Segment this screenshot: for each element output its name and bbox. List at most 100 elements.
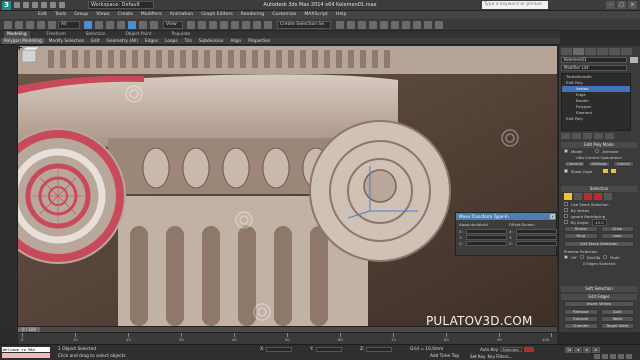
- reference-coord-dropdown[interactable]: View: [163, 21, 183, 29]
- manipulate-icon[interactable]: [198, 21, 206, 29]
- pivot-center-icon[interactable]: [187, 21, 195, 29]
- loop-button[interactable]: Loop: [600, 233, 634, 239]
- get-stack-selection-button[interactable]: Get Stack Selection: [564, 241, 634, 247]
- curve-editor-icon[interactable]: [380, 21, 388, 29]
- insert-vertex-button[interactable]: Insert Vertex: [564, 301, 634, 307]
- menu-animation[interactable]: Animation: [170, 11, 193, 19]
- app-logo-icon[interactable]: 3: [2, 1, 11, 10]
- save-file-icon[interactable]: [32, 2, 38, 8]
- hierarchy-tab-icon[interactable]: [585, 48, 596, 55]
- menu-create[interactable]: Create: [118, 11, 133, 19]
- display-tab-icon[interactable]: [609, 48, 620, 55]
- ribbon-align[interactable]: Align: [228, 38, 243, 44]
- grow-button[interactable]: Grow: [600, 226, 634, 232]
- animate-radio[interactable]: [595, 149, 600, 153]
- track-bar[interactable]: 0 10 20 30 40 50 60 70 80 90 100: [18, 332, 557, 344]
- split-button[interactable]: Split: [600, 309, 634, 315]
- weld-button[interactable]: Weld: [600, 316, 634, 322]
- create-tab-icon[interactable]: [561, 48, 572, 55]
- link-icon[interactable]: [26, 21, 34, 29]
- viewcube-icon[interactable]: [18, 46, 40, 64]
- add-time-tag[interactable]: Add Time Tag: [430, 354, 459, 359]
- stack-item-edit-poly-2[interactable]: Edit Poly: [562, 116, 630, 122]
- use-stack-checkbox[interactable]: [564, 202, 568, 206]
- select-and-move-icon[interactable]: [128, 21, 136, 29]
- selection-filter-dropdown[interactable]: All: [58, 21, 80, 29]
- close-button[interactable]: ×: [628, 1, 637, 9]
- orbit-icon[interactable]: [618, 354, 624, 359]
- angle-snap-icon[interactable]: [231, 21, 239, 29]
- by-angle-field[interactable]: 45.0: [592, 218, 607, 226]
- shrink-button[interactable]: Shrink: [564, 226, 598, 232]
- search-input[interactable]: Type a keyword or phrase: [482, 1, 548, 9]
- redo-icon[interactable]: [50, 2, 56, 8]
- preview-subobj-radio[interactable]: [579, 255, 584, 259]
- model-radio[interactable]: [564, 149, 568, 153]
- go-to-start-icon[interactable]: |◂: [565, 347, 573, 353]
- motion-tab-icon[interactable]: [597, 48, 608, 55]
- select-and-scale-icon[interactable]: [150, 21, 158, 29]
- commit-button[interactable]: Commit: [564, 161, 586, 167]
- tab-freeform[interactable]: Freeform: [44, 31, 69, 38]
- zoom-icon[interactable]: [594, 354, 600, 359]
- key-mode-dropdown[interactable]: Selected: [500, 347, 523, 352]
- prev-frame-icon[interactable]: ◂: [574, 347, 582, 353]
- new-file-icon[interactable]: [14, 2, 20, 8]
- select-and-rotate-icon[interactable]: [139, 21, 147, 29]
- perspective-viewport[interactable]: PULATOV3D.COM: [18, 46, 557, 326]
- ribbon-properties[interactable]: Properties: [246, 38, 272, 44]
- auto-key-button[interactable]: Auto Key: [480, 347, 498, 352]
- pin-stack-icon[interactable]: [561, 133, 570, 139]
- extrude-button[interactable]: Extrude: [564, 316, 598, 322]
- window-crossing-icon[interactable]: [117, 21, 125, 29]
- mirror-icon[interactable]: [336, 21, 344, 29]
- next-frame-icon[interactable]: ▸: [592, 347, 600, 353]
- render-production-icon[interactable]: [435, 21, 443, 29]
- pan-icon[interactable]: [610, 354, 616, 359]
- menu-group[interactable]: Group: [74, 11, 88, 19]
- menu-modifiers[interactable]: Modifiers: [141, 11, 162, 19]
- ribbon-loops[interactable]: Loops: [163, 38, 180, 44]
- by-angle-checkbox[interactable]: [564, 220, 568, 224]
- offset-z-field[interactable]: [516, 240, 557, 246]
- utilities-tab-icon[interactable]: [621, 48, 632, 55]
- edge-mode-icon[interactable]: [574, 193, 582, 200]
- modifier-list-dropdown[interactable]: Modifier List: [561, 65, 627, 71]
- cage-selected-color-swatch[interactable]: [611, 169, 617, 173]
- minimize-button[interactable]: –: [606, 1, 615, 9]
- offset-x-field[interactable]: [516, 228, 557, 234]
- maximize-button[interactable]: □: [617, 1, 626, 9]
- vertex-mode-icon[interactable]: [564, 193, 572, 200]
- object-name-field[interactable]: Kelemen01: [561, 57, 627, 63]
- material-editor-icon[interactable]: [402, 21, 410, 29]
- workspace-dropdown[interactable]: Workspace: Default: [88, 1, 154, 9]
- maxscript-output[interactable]: [2, 353, 50, 358]
- ribbon-polygon-modeling[interactable]: Polygon Modeling: [2, 38, 44, 44]
- show-cage-checkbox[interactable]: [564, 169, 568, 173]
- dialog-close-button[interactable]: x: [550, 214, 555, 219]
- layer-manager-icon[interactable]: [358, 21, 366, 29]
- tab-modeling[interactable]: Modeling: [4, 31, 30, 38]
- menu-maxscript[interactable]: MAXScript: [304, 11, 328, 19]
- chamfer-button[interactable]: Chamfer: [564, 323, 598, 329]
- border-mode-icon[interactable]: [584, 193, 592, 200]
- maxscript-listener[interactable]: Welcome to MAX: [2, 347, 50, 352]
- absolute-x-field[interactable]: [466, 228, 507, 234]
- align-icon[interactable]: [347, 21, 355, 29]
- set-key-icon[interactable]: [524, 347, 535, 352]
- show-end-result-icon[interactable]: [572, 133, 581, 139]
- ribbon-modify-selection[interactable]: Modify Selection: [47, 38, 86, 44]
- rendered-frame-icon[interactable]: [424, 21, 432, 29]
- absolute-y-field[interactable]: [466, 234, 507, 240]
- polygon-mode-icon[interactable]: [594, 193, 602, 200]
- render-setup-icon[interactable]: [413, 21, 421, 29]
- key-filters-button[interactable]: Key Filters...: [487, 354, 512, 359]
- keyboard-shortcut-icon[interactable]: [209, 21, 217, 29]
- by-vertex-checkbox[interactable]: [564, 208, 568, 212]
- tab-object-paint[interactable]: Object Paint: [123, 31, 155, 38]
- soft-selection-header[interactable]: Soft Selection: [561, 286, 637, 292]
- remove-modifier-icon[interactable]: [594, 133, 603, 139]
- unlink-icon[interactable]: [37, 21, 45, 29]
- ribbon-edit[interactable]: Edit: [89, 38, 101, 44]
- ribbon-subdivision[interactable]: Subdivision: [197, 38, 226, 44]
